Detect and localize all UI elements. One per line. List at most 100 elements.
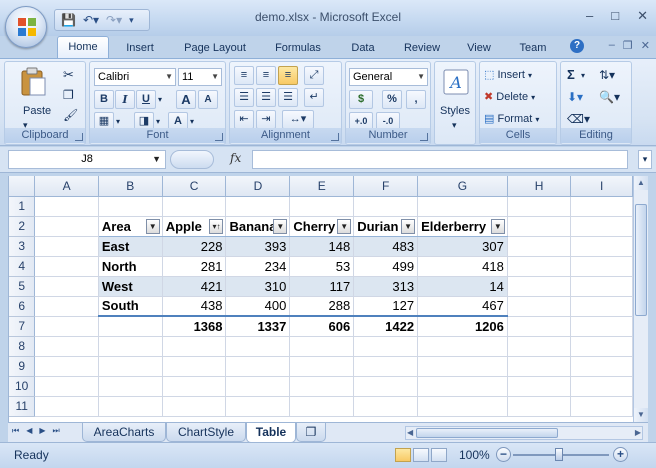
tab-insert[interactable]: Insert (116, 38, 164, 58)
column-header[interactable]: B (98, 176, 163, 197)
value-cell[interactable]: 281 (162, 256, 227, 277)
cell[interactable] (507, 396, 572, 417)
cell[interactable] (289, 196, 355, 217)
cell[interactable] (417, 336, 508, 357)
cell[interactable] (570, 256, 633, 277)
styles-group[interactable]: A Styles ▾ (434, 61, 476, 145)
cell[interactable] (507, 356, 572, 377)
decrease-indent-icon[interactable]: ⇤ (234, 110, 254, 129)
worksheet-grid[interactable]: A B C D E F G H I 1 2 Area ▼ Apple ▾↑ Bana… (8, 176, 633, 422)
increase-indent-icon[interactable]: ⇥ (256, 110, 276, 129)
total-cell[interactable]: 1368 (162, 315, 227, 337)
autosum-icon[interactable]: Σ (567, 66, 575, 84)
filter-dropdown-icon[interactable]: ▼ (273, 218, 288, 234)
maximize-icon[interactable]: □ (611, 8, 619, 24)
merge-center-icon[interactable]: ↔▾ (282, 110, 314, 129)
row-header[interactable]: 8 (9, 336, 36, 357)
table-header-cell[interactable]: Banana ▼ (225, 216, 291, 237)
cell[interactable] (225, 396, 291, 417)
font-launcher-icon[interactable] (215, 133, 223, 141)
row-header[interactable]: 5 (9, 276, 36, 297)
close-icon[interactable]: ✕ (637, 8, 648, 24)
cell[interactable] (507, 376, 572, 397)
value-cell[interactable]: 228 (162, 236, 227, 257)
format-painter-icon[interactable]: 🖌 (63, 106, 78, 124)
zoom-level[interactable]: 100% (459, 448, 490, 462)
font-name-dropdown-icon[interactable]: ▼ (165, 69, 173, 85)
cut-icon[interactable]: ✂ (63, 66, 74, 84)
find-select-icon[interactable]: 🔍▾ (599, 88, 620, 106)
cell[interactable] (98, 336, 163, 357)
tab-home[interactable]: Home (57, 36, 109, 59)
cell[interactable] (34, 276, 99, 297)
alignment-launcher-icon[interactable] (331, 133, 339, 141)
office-button[interactable] (5, 6, 47, 48)
cell[interactable] (225, 356, 291, 377)
cell[interactable] (353, 396, 419, 417)
row-label-cell[interactable]: East (98, 236, 163, 257)
cell[interactable] (289, 396, 355, 417)
cell[interactable] (570, 216, 633, 237)
tab-data[interactable]: Data (342, 38, 384, 58)
zoom-out-icon[interactable]: − (496, 447, 511, 462)
cell[interactable] (162, 196, 227, 217)
comma-button[interactable]: , (406, 90, 426, 109)
sheet-tab-areacharts[interactable]: AreaCharts (82, 423, 166, 442)
copy-icon[interactable]: ❐ (63, 86, 74, 104)
column-header[interactable]: I (570, 176, 633, 197)
underline-dropdown-icon[interactable]: ▾ (158, 91, 162, 109)
value-cell[interactable]: 148 (289, 236, 355, 257)
cell[interactable] (34, 256, 99, 277)
column-header[interactable]: G (417, 176, 508, 197)
cell[interactable] (34, 336, 99, 357)
value-cell[interactable]: 117 (289, 276, 355, 297)
vertical-scrollbar[interactable]: ▲ ▼ (633, 176, 648, 422)
scroll-down-icon[interactable]: ▼ (634, 408, 648, 422)
column-header[interactable]: A (34, 176, 99, 197)
cell[interactable] (34, 296, 99, 317)
cell[interactable] (570, 336, 633, 357)
cell[interactable] (417, 196, 508, 217)
number-launcher-icon[interactable] (420, 133, 428, 141)
value-cell[interactable]: 393 (225, 236, 291, 257)
align-top-icon[interactable]: ≡ (234, 66, 254, 85)
tab-team[interactable]: Team (512, 38, 554, 58)
cell[interactable] (162, 396, 227, 417)
fill-icon[interactable]: ⬇▾ (567, 88, 583, 106)
tab-formulas[interactable]: Formulas (266, 38, 330, 58)
help-icon[interactable]: ? (570, 39, 584, 53)
value-cell[interactable]: 499 (353, 256, 419, 277)
table-header-cell[interactable]: Durian ▼ (353, 216, 419, 237)
row-header[interactable]: 6 (9, 296, 36, 317)
row-header[interactable]: 4 (9, 256, 36, 277)
total-label-cell[interactable] (98, 315, 163, 337)
first-sheet-icon[interactable]: ⏮ (12, 426, 19, 436)
cell[interactable] (98, 196, 163, 217)
cell[interactable] (570, 296, 633, 317)
value-cell[interactable]: 418 (417, 256, 508, 277)
cell[interactable] (507, 256, 572, 277)
total-cell[interactable]: 1337 (225, 315, 291, 337)
filter-dropdown-icon[interactable]: ▼ (337, 218, 352, 234)
cell[interactable] (34, 396, 99, 417)
currency-button[interactable]: $ (349, 90, 373, 109)
page-break-view-icon[interactable] (431, 448, 447, 462)
align-right-icon[interactable]: ☰ (278, 88, 298, 107)
column-header[interactable]: D (225, 176, 291, 197)
cell[interactable] (570, 196, 633, 217)
filter-dropdown-icon[interactable]: ▼ (145, 218, 160, 234)
row-label-cell[interactable]: South (98, 296, 163, 317)
insert-cells-button[interactable]: ⬚ Insert ▾ (484, 66, 532, 85)
value-cell[interactable]: 421 (162, 276, 227, 297)
value-cell[interactable]: 467 (417, 296, 508, 317)
styles-dropdown-icon[interactable]: ▾ (452, 116, 457, 134)
delete-cells-button[interactable]: ✖ Delete ▾ (484, 88, 535, 107)
cell[interactable] (353, 196, 419, 217)
minimize-icon[interactable]: – (586, 8, 593, 24)
cell[interactable] (98, 376, 163, 397)
row-header[interactable]: 11 (9, 396, 36, 417)
cell[interactable] (162, 376, 227, 397)
column-header[interactable]: C (162, 176, 227, 197)
zoom-slider-thumb[interactable] (555, 448, 563, 461)
cell[interactable] (162, 336, 227, 357)
